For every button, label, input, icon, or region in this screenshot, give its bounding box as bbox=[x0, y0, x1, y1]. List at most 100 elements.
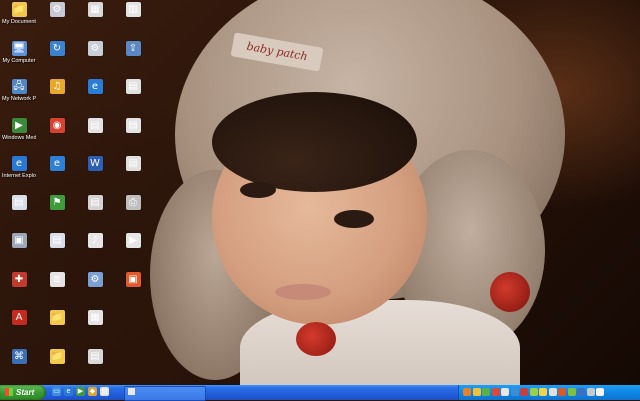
setup-icon: ⚙ bbox=[87, 271, 103, 287]
ie-icon-3: e bbox=[87, 79, 103, 94]
desktop-shortcut[interactable]: 🖥 My Computer bbox=[2, 40, 36, 80]
desktop-shortcut[interactable]: ▦ bbox=[78, 310, 112, 349]
tray-icon-10[interactable] bbox=[548, 388, 557, 396]
desktop-shortcut[interactable]: ▤ bbox=[78, 194, 112, 234]
desktop-shortcut[interactable]: 📁 My Documents bbox=[2, 2, 36, 41]
spreadsheet-icon: ▦ bbox=[87, 310, 103, 325]
my-documents-icon: 📁 bbox=[11, 2, 27, 17]
doc-icon-4: ▤ bbox=[125, 117, 141, 133]
media-file-icon: ♪ bbox=[87, 233, 103, 248]
my-computer-icon: 🖥 bbox=[11, 40, 27, 56]
desktop-shortcut[interactable]: A bbox=[2, 310, 36, 349]
desktop-shortcut[interactable]: ▣ bbox=[2, 233, 36, 272]
show-desktop-icon[interactable]: ▭ bbox=[52, 387, 61, 396]
desktop-shortcut[interactable]: ↻ bbox=[40, 40, 74, 80]
ie-quicklaunch-icon[interactable]: e bbox=[64, 387, 73, 396]
acrobat-reader-icon: A bbox=[11, 310, 27, 325]
folder-icon: 📁 bbox=[49, 310, 65, 325]
desktop-shortcut-label: Windows Media Player bbox=[2, 134, 36, 141]
desktop-shortcut[interactable]: ▤ bbox=[78, 117, 112, 157]
desktop-shortcut[interactable]: ⚙ bbox=[78, 40, 112, 80]
tray-icon-12[interactable] bbox=[567, 388, 576, 396]
app-icon-6: ▤ bbox=[125, 79, 141, 94]
desktop-shortcut[interactable]: e bbox=[40, 156, 74, 195]
desktop-shortcut[interactable]: ▶Windows Media Player bbox=[2, 117, 36, 157]
pdf-icon: ▥ bbox=[125, 2, 141, 17]
desktop-shortcut[interactable]: ▤ bbox=[116, 79, 150, 118]
desktop-shortcut[interactable]: ⚙ bbox=[40, 2, 74, 41]
desktop-shortcut[interactable]: ▶ bbox=[116, 233, 150, 272]
desktop-shortcut[interactable]: ▤ bbox=[116, 156, 150, 195]
ie-icon-2: e bbox=[49, 156, 65, 171]
tray-icon-8[interactable] bbox=[529, 388, 538, 396]
desktop-shortcut[interactable]: ▤ bbox=[78, 348, 112, 388]
tray-icon-5[interactable] bbox=[501, 388, 509, 396]
taskbar-window-button[interactable] bbox=[124, 386, 206, 401]
tray-icon-14[interactable] bbox=[586, 388, 595, 396]
tray-icon-2[interactable] bbox=[472, 388, 481, 396]
desktop-shortcut[interactable]: ◉ bbox=[40, 117, 74, 157]
application-icon: ▣ bbox=[11, 233, 27, 248]
desktop-shortcut[interactable]: ♪ bbox=[78, 233, 112, 272]
wallpaper-eye-right bbox=[334, 210, 374, 228]
desktop-shortcut[interactable]: ✚ bbox=[2, 271, 36, 311]
desktop-shortcut-label: My Network Places bbox=[2, 96, 36, 102]
tray-icon-7[interactable] bbox=[520, 388, 528, 396]
app-quicklaunch-icon[interactable]: ◆ bbox=[88, 387, 97, 396]
desktop-shortcut[interactable]: ▤ bbox=[40, 233, 74, 272]
desktop-shortcut[interactable]: e Internet Explorer bbox=[2, 156, 36, 195]
remote-desktop-icon: ⌘ bbox=[11, 348, 27, 364]
tray-icon-11[interactable] bbox=[558, 388, 566, 396]
start-label: Start bbox=[16, 388, 35, 397]
tray-icon-6[interactable] bbox=[510, 388, 519, 396]
internet-explorer-icon: e bbox=[11, 156, 27, 171]
tray-icon-1[interactable] bbox=[463, 388, 471, 396]
desktop-shortcut[interactable]: ♫ bbox=[40, 79, 74, 118]
tray-icon-9[interactable] bbox=[539, 388, 547, 396]
flag-icon: ⚑ bbox=[49, 194, 65, 210]
desktop-shortcut[interactable]: ▣ bbox=[116, 271, 150, 311]
start-button[interactable]: Start bbox=[0, 385, 46, 400]
desktop-shortcut[interactable]: ⇪ bbox=[116, 40, 150, 80]
control-icon: ⚙ bbox=[49, 2, 65, 17]
media-icon: ▦ bbox=[87, 2, 103, 17]
desktop-shortcut[interactable]: 🖧 My Network Places bbox=[2, 79, 36, 118]
chrome-icon: ◉ bbox=[49, 117, 65, 133]
shortcut-icon: ⇪ bbox=[125, 40, 141, 56]
desktop-shortcut[interactable]: 📁 bbox=[40, 348, 74, 388]
tray-icon-4[interactable] bbox=[491, 388, 500, 396]
folder-icon-2: 📁 bbox=[49, 348, 65, 364]
wallpaper-red-button bbox=[296, 322, 336, 356]
printer-icon: ⎙ bbox=[125, 194, 141, 210]
desktop-shortcut[interactable]: ⚑ bbox=[40, 194, 74, 234]
desktop-shortcut[interactable]: W bbox=[78, 156, 112, 195]
wallpaper-eye-left bbox=[240, 182, 276, 198]
desktop-shortcut[interactable]: ▦ bbox=[78, 2, 112, 41]
desktop-shortcut-label: My Documents bbox=[2, 19, 36, 25]
wallpaper-red-button-2 bbox=[490, 272, 530, 312]
desktop-icon-grid: 📁 My Documents 🖥My Computer🖧My Network Pla… bbox=[0, 0, 160, 385]
app-icon-4: ▤ bbox=[87, 194, 103, 210]
app-quicklaunch-icon-2[interactable]: ▤ bbox=[100, 387, 109, 396]
window-icon bbox=[128, 388, 135, 395]
desktop-shortcut[interactable]: ⚙ bbox=[78, 271, 112, 311]
desktop-shortcut[interactable]: ⌘ bbox=[2, 348, 36, 388]
desktop-shortcut[interactable]: ▤ bbox=[2, 194, 36, 234]
desktop-shortcut[interactable]: ▤ bbox=[116, 117, 150, 157]
desktop-shortcut[interactable]: e bbox=[78, 79, 112, 118]
presentation-icon: ▣ bbox=[125, 271, 141, 287]
doc-icon-3: ▤ bbox=[87, 117, 103, 133]
desktop-shortcut[interactable]: 📁 bbox=[40, 310, 74, 349]
volume-icon[interactable] bbox=[596, 388, 604, 396]
desktop-shortcut[interactable]: ⎙ bbox=[116, 194, 150, 234]
media-quicklaunch-icon[interactable]: ▶ bbox=[76, 387, 85, 396]
system-tray bbox=[458, 385, 640, 400]
video-icon: ▶ bbox=[125, 233, 141, 248]
wallpaper-hair bbox=[212, 92, 417, 192]
desktop-shortcut[interactable]: ▥ bbox=[116, 2, 150, 41]
desktop-shortcut[interactable]: ≣ bbox=[40, 271, 74, 311]
wallpaper-mouth bbox=[275, 284, 331, 300]
tray-icon-3[interactable] bbox=[482, 388, 490, 396]
text-file-icon: ≣ bbox=[49, 271, 65, 287]
tray-icon-13[interactable] bbox=[577, 388, 585, 396]
